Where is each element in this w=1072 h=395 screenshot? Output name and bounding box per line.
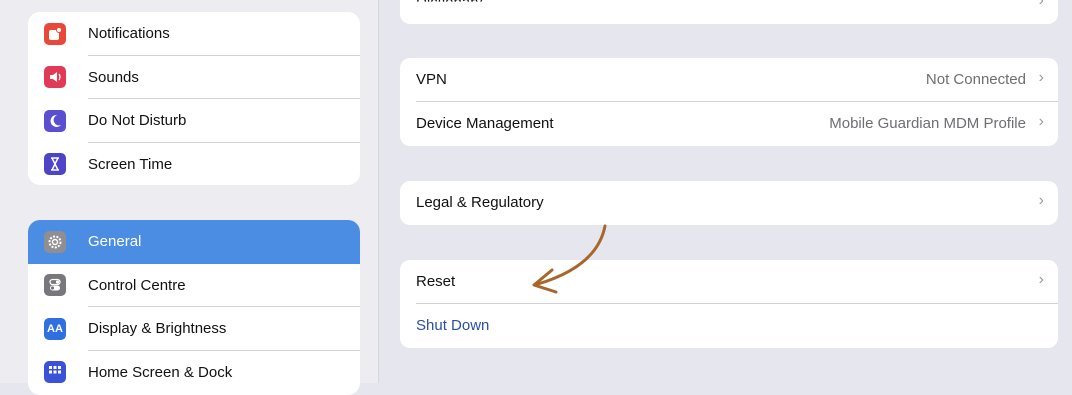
card-reset: Reset › Shut Down [400,260,1058,348]
sidebar-item-do-not-disturb[interactable]: Do Not Disturb [28,99,360,143]
toggles-icon [44,274,66,297]
row-dictionary[interactable]: Dictionary › [400,0,1058,22]
speaker-icon [44,66,66,89]
sidebar-item-label: Control Centre [88,276,186,294]
grid-icon [44,361,66,384]
sidebar-group-top: Notifications Sounds Do Not Disturb Scre… [28,12,360,185]
moon-icon [44,109,66,132]
sidebar-group-bottom: General Control Centre AA Display & Brig… [28,220,360,395]
chevron-right-icon: › [1038,0,1044,9]
row-device-management[interactable]: Device Management Mobile Guardian MDM Pr… [400,102,1058,146]
shut-down-button[interactable]: Shut Down [416,317,489,334]
row-title: Device Management [416,115,554,132]
sidebar-item-control-centre[interactable]: Control Centre [28,264,360,307]
sidebar-item-label: Display & Brightness [88,320,227,338]
row-title: Reset [416,273,456,290]
row-value: Mobile Guardian MDM Profile [829,115,1026,132]
row-title: Legal & Regulatory [416,194,544,211]
row-title: Dictionary [416,0,483,11]
sidebar-item-home-screen-dock[interactable]: Home Screen & Dock [28,351,360,395]
card-vpn-device: VPN Not Connected › Device Management Mo… [400,58,1058,146]
sidebar: Notifications Sounds Do Not Disturb Scre… [0,0,379,395]
hourglass-icon [44,153,66,176]
sidebar-item-screen-time[interactable]: Screen Time [28,143,360,186]
chevron-right-icon: › [1038,271,1044,288]
sidebar-item-label: Screen Time [88,155,173,173]
sidebar-item-general[interactable]: General [28,220,360,264]
row-shut-down[interactable]: Shut Down [400,304,1058,348]
row-title: VPN [416,71,447,88]
chevron-right-icon: › [1038,192,1044,209]
gear-icon [44,230,66,253]
sidebar-item-label: Home Screen & Dock [88,363,233,381]
sidebar-item-sounds[interactable]: Sounds [28,56,360,99]
sidebar-item-label: Sounds [88,68,139,86]
chevron-right-icon: › [1038,113,1044,130]
sidebar-item-label: Do Not Disturb [88,112,187,130]
main-pane: Dictionary › VPN Not Connected › Device … [378,0,1072,383]
card-legal: Legal & Regulatory › [400,181,1058,225]
sidebar-item-label: General [88,233,142,251]
sidebar-item-display-brightness[interactable]: AA Display & Brightness [28,307,360,351]
row-vpn[interactable]: VPN Not Connected › [400,58,1058,102]
sidebar-item-label: Notifications [88,25,170,43]
aa-icon: AA [44,317,66,340]
chevron-right-icon: › [1038,69,1044,86]
card-dictionary: Dictionary › [400,0,1058,24]
row-reset[interactable]: Reset › [400,260,1058,304]
sidebar-item-notifications[interactable]: Notifications [28,12,360,56]
row-legal-regulatory[interactable]: Legal & Regulatory › [400,181,1058,225]
row-value: Not Connected [925,71,1026,88]
notifications-icon [44,22,66,45]
